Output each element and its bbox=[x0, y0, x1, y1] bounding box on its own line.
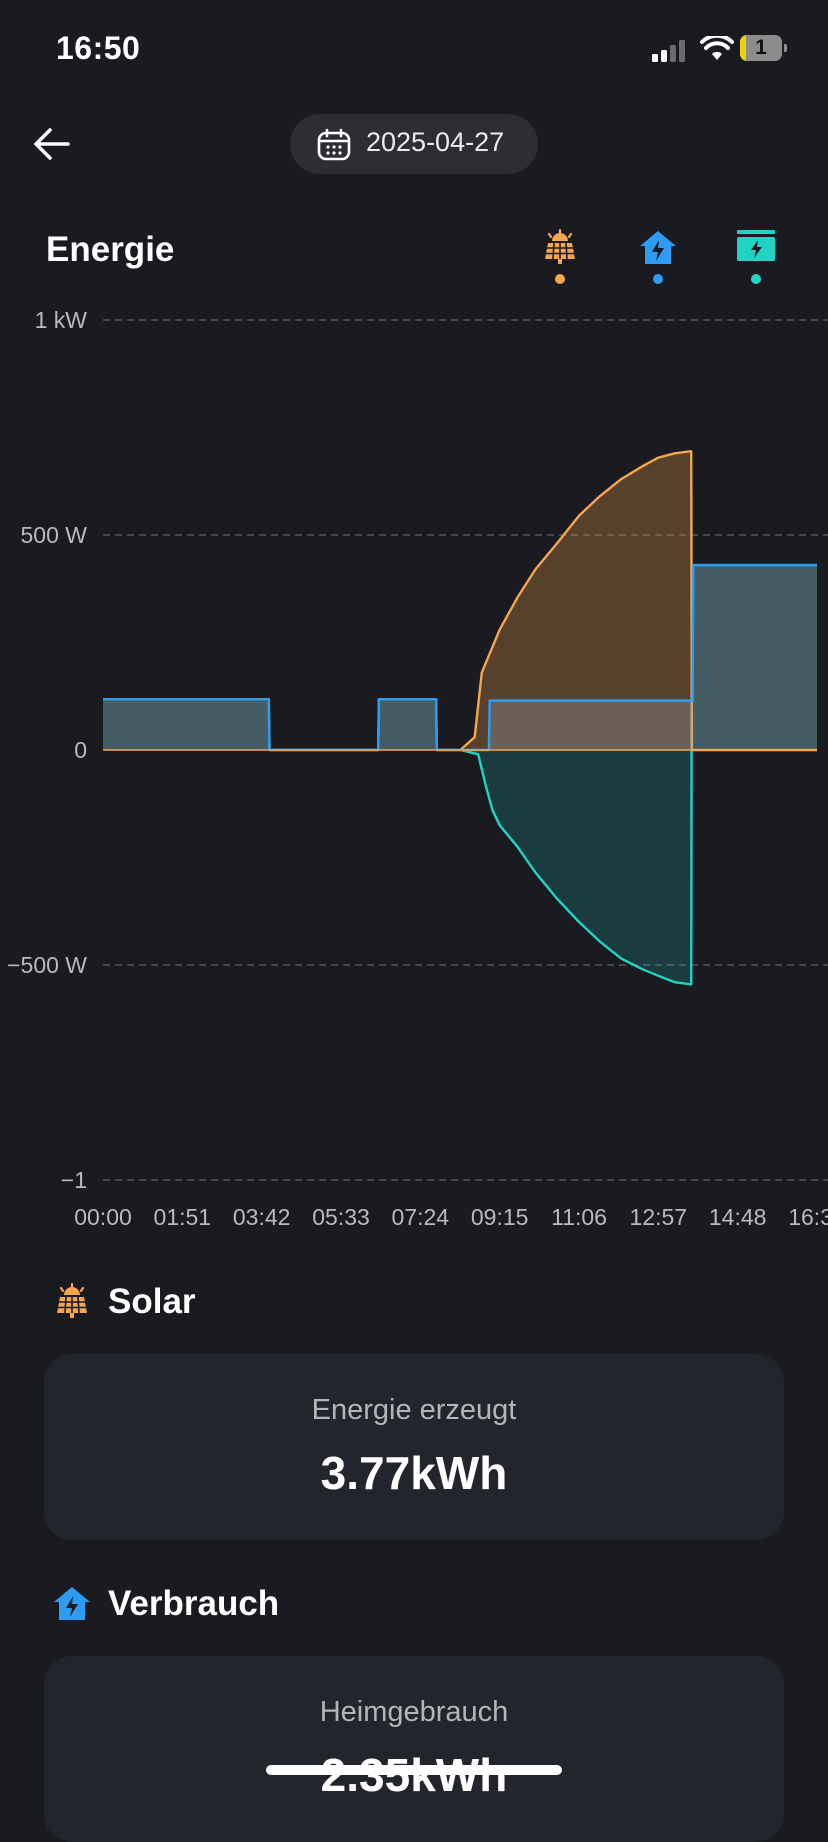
wifi-icon bbox=[700, 36, 734, 60]
legend-home-toggle[interactable] bbox=[628, 224, 688, 294]
consumption-card-label: Heimgebrauch bbox=[319, 1696, 509, 1728]
solar-section-title: Solar bbox=[108, 1282, 196, 1321]
solar-card-value: 3.77kWh bbox=[320, 1447, 508, 1499]
x-tick-label: 11:06 bbox=[551, 1204, 607, 1230]
home-lightning-icon bbox=[640, 231, 676, 264]
consumption-energy-card: Heimgebrauch 2.35kWh bbox=[44, 1656, 784, 1842]
y-tick-label: 0 bbox=[74, 737, 87, 763]
calendar-icon bbox=[317, 128, 351, 161]
status-time: 16:50 bbox=[56, 30, 141, 66]
energy-chart-svg: 1 kW 500 W 0 −500 W −1 00:00 01:51 03:42 05:33 07… bbox=[7, 307, 828, 1230]
x-tick-label: 00:00 bbox=[74, 1204, 132, 1230]
consumption-section-title: Verbrauch bbox=[108, 1584, 280, 1623]
battery-icon: 1 bbox=[740, 35, 788, 61]
legend-home-dot bbox=[653, 274, 663, 284]
y-tick-label: 500 W bbox=[21, 522, 88, 548]
y-tick-label: −500 W bbox=[7, 952, 87, 978]
legend-solar-dot bbox=[555, 274, 565, 284]
x-tick-label: 12:57 bbox=[630, 1204, 688, 1230]
consumption-card-value: 2.35kWh bbox=[320, 1749, 508, 1801]
home-lightning-icon bbox=[54, 1587, 90, 1620]
battery-level: 1 bbox=[755, 36, 767, 59]
solar-panel-icon bbox=[57, 1282, 87, 1318]
back-button[interactable] bbox=[26, 118, 78, 170]
x-tick-label: 14:48 bbox=[709, 1204, 767, 1230]
cellular-signal-icon bbox=[652, 40, 685, 62]
arrow-left-icon bbox=[34, 128, 70, 160]
energy-chart: 1 kW 500 W 0 −500 W −1 00:00 01:51 03:42 05:33 07… bbox=[0, 290, 828, 1230]
home-indicator bbox=[266, 1765, 562, 1775]
x-tick-label: 01:51 bbox=[154, 1204, 212, 1230]
legend-battery-dot bbox=[751, 274, 761, 284]
x-tick-label: 03:42 bbox=[233, 1204, 291, 1230]
solar-energy-card: Energie erzeugt 3.77kWh bbox=[44, 1354, 784, 1540]
x-tick-label: 16:39 bbox=[788, 1204, 828, 1230]
y-tick-label: 1 kW bbox=[35, 307, 88, 333]
x-tick-label: 09:15 bbox=[471, 1204, 529, 1230]
legend-solar-toggle[interactable] bbox=[530, 224, 590, 294]
x-tick-label: 07:24 bbox=[392, 1204, 450, 1230]
selected-date: 2025-04-27 bbox=[366, 127, 505, 157]
date-picker-button[interactable]: 2025-04-27 bbox=[290, 114, 538, 174]
solar-panel-icon bbox=[545, 228, 575, 264]
solar-card-label: Energie erzeugt bbox=[311, 1394, 517, 1426]
battery-charger-icon bbox=[737, 230, 775, 261]
legend-battery-toggle[interactable] bbox=[726, 224, 786, 294]
x-tick-label: 05:33 bbox=[312, 1204, 370, 1230]
series-area-home bbox=[103, 565, 817, 750]
y-tick-label: −1 bbox=[61, 1167, 87, 1193]
energy-section-title: Energie bbox=[46, 230, 175, 269]
